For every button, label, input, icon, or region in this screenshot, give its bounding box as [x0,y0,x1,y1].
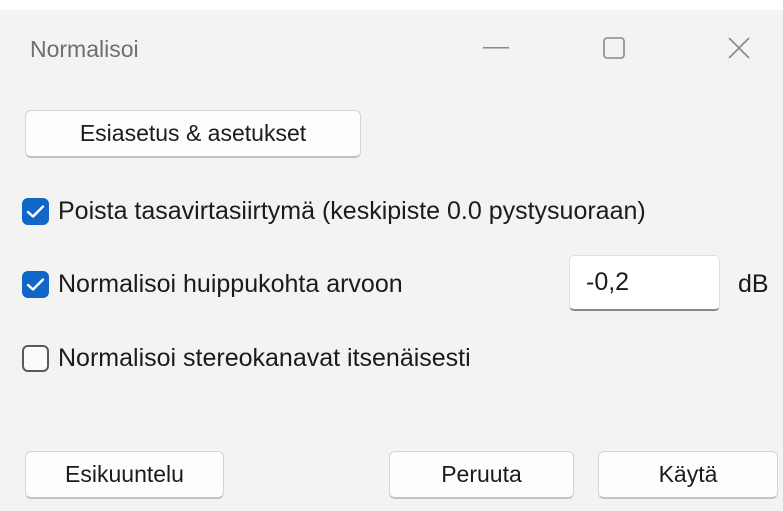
title-bar: Normalisoi [0,10,783,86]
window-top-edge [0,0,783,10]
minimize-icon [483,47,509,49]
preview-button[interactable]: Esikuuntelu [25,451,224,499]
stereo-independent-option[interactable]: Normalisoi stereokanavat itsenäisesti [22,341,471,375]
remove-dc-offset-checkbox[interactable] [22,197,49,225]
close-icon [728,37,750,59]
stereo-independent-label: Normalisoi stereokanavat itsenäisesti [58,343,471,372]
remove-dc-offset-label: Poista tasavirtasiirtymä (keskipiste 0.0… [58,196,646,225]
normalize-dialog: Normalisoi Esiasetus & asetukset Poista … [0,0,783,511]
normalize-peak-checkbox[interactable] [22,270,49,298]
maximize-button[interactable] [583,26,645,70]
maximize-icon [603,37,625,59]
peak-amplitude-input[interactable] [569,255,720,311]
remove-dc-offset-option[interactable]: Poista tasavirtasiirtymä (keskipiste 0.0… [22,194,646,228]
minimize-button[interactable] [465,26,527,70]
peak-unit-label: dB [738,270,769,298]
apply-button[interactable]: Käytä [598,451,778,499]
close-button[interactable] [708,26,770,70]
preset-settings-button[interactable]: Esiasetus & asetukset [25,110,361,158]
stereo-independent-checkbox[interactable] [22,344,49,372]
normalize-peak-label: Normalisoi huippukohta arvoon [58,269,403,298]
cancel-button[interactable]: Peruuta [389,451,574,499]
normalize-peak-option[interactable]: Normalisoi huippukohta arvoon [22,267,403,301]
checkmark-icon [26,277,45,291]
window-title: Normalisoi [30,36,139,62]
checkmark-icon [26,204,45,218]
